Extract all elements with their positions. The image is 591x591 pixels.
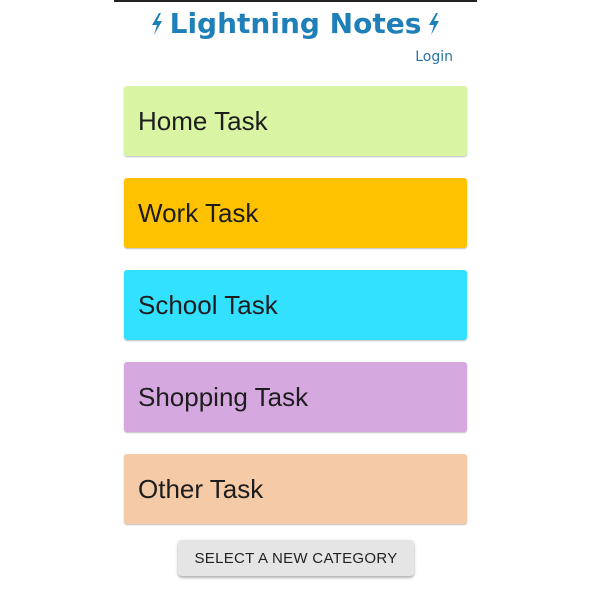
category-card-work[interactable]: Work Task xyxy=(124,178,467,248)
category-list: Home Task Work Task School Task Shopping… xyxy=(124,86,467,546)
category-card-school[interactable]: School Task xyxy=(124,270,467,340)
category-card-home[interactable]: Home Task xyxy=(124,86,467,156)
app-header: Lightning Notes xyxy=(114,2,477,46)
category-label: Other Task xyxy=(138,473,264,504)
app-frame: Lightning Notes Login Home Task Work Tas… xyxy=(0,0,591,591)
lightning-bolt-icon xyxy=(151,13,162,35)
category-card-other[interactable]: Other Task xyxy=(124,454,467,524)
select-new-category-button[interactable]: SELECT A NEW CATEGORY xyxy=(178,540,414,576)
category-label: School Task xyxy=(138,289,278,320)
category-label: Home Task xyxy=(138,105,268,136)
category-label: Work Task xyxy=(138,197,259,228)
category-label: Shopping Task xyxy=(138,381,309,412)
category-card-shopping[interactable]: Shopping Task xyxy=(124,362,467,432)
app-title: Lightning Notes xyxy=(169,7,422,40)
lightning-bolt-icon xyxy=(429,13,440,35)
login-link[interactable]: Login xyxy=(415,49,453,65)
